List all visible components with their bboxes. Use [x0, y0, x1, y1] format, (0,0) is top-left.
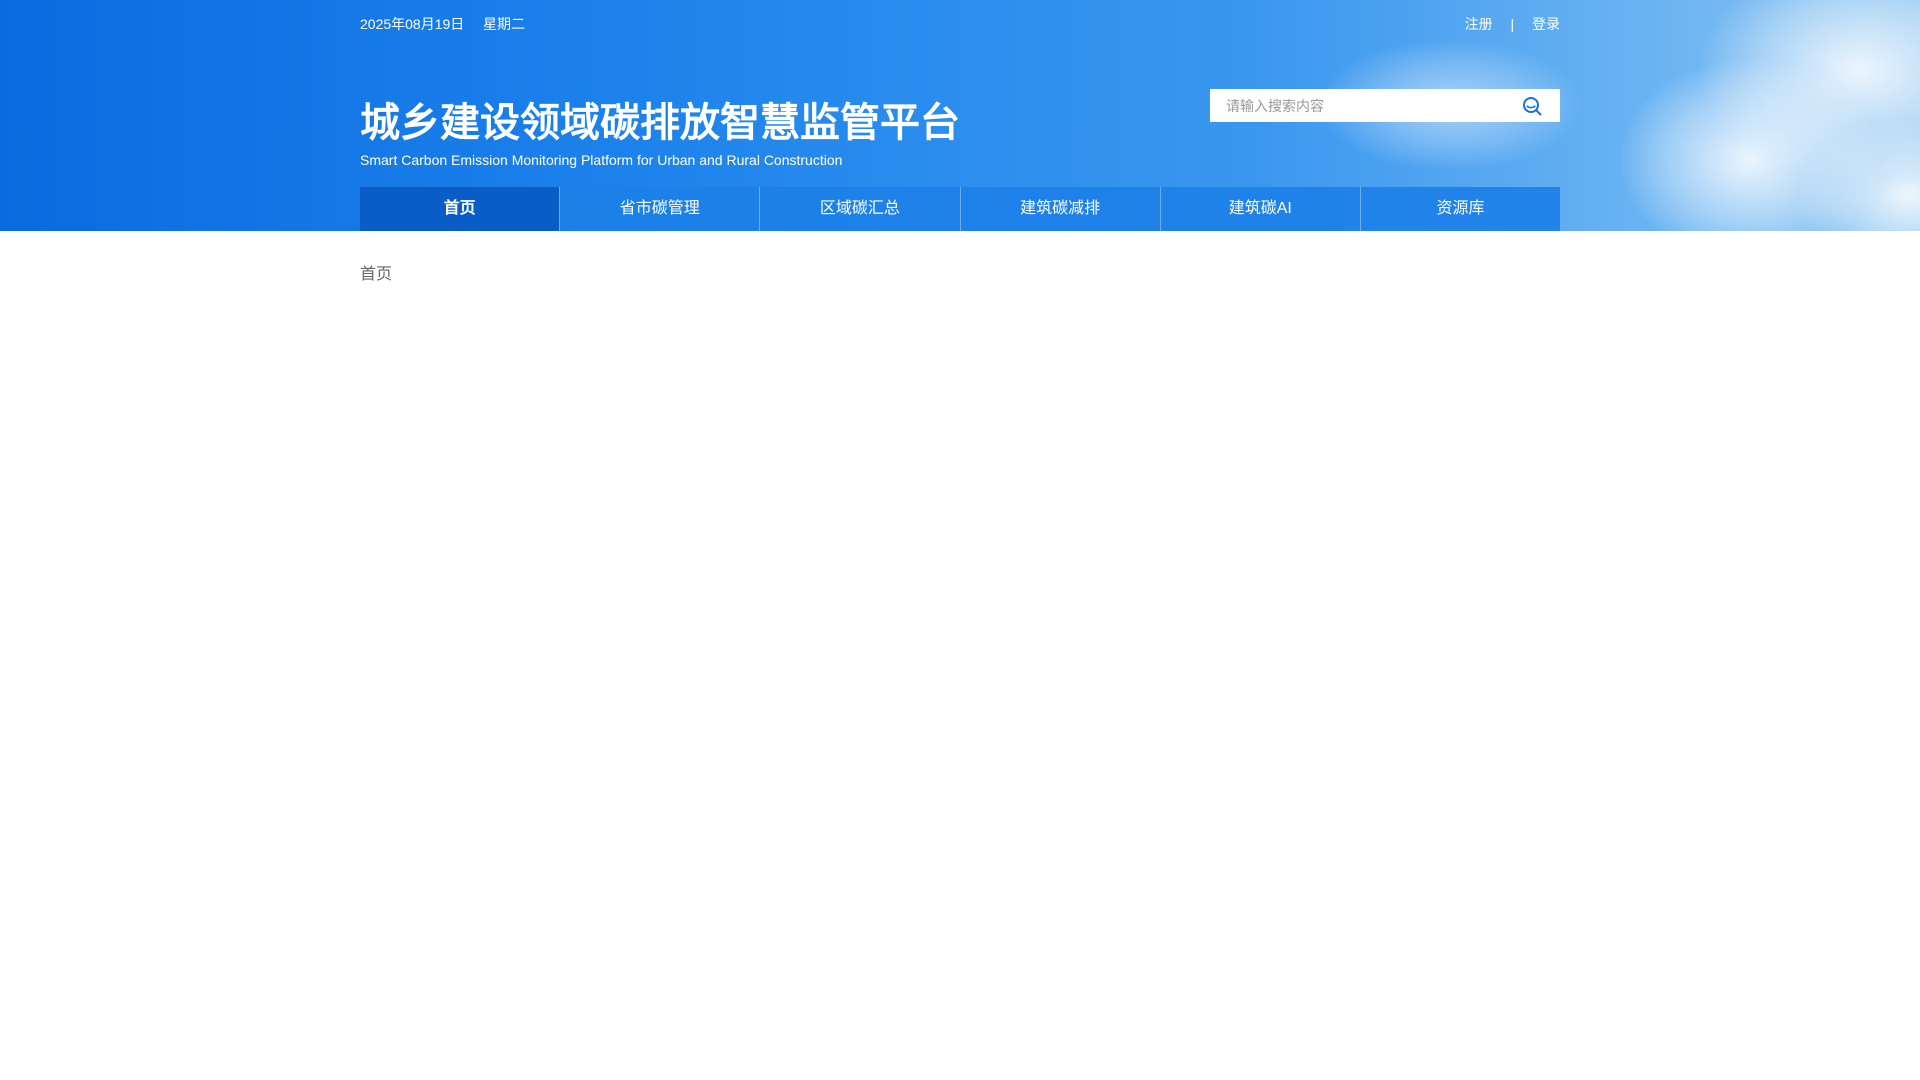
nav-item-regional-carbon-summary[interactable]: 区域碳汇总	[759, 187, 960, 231]
nav-item-province-city-carbon[interactable]: 省市碳管理	[559, 187, 760, 231]
page-title: 城乡建设领域碳排放智慧监管平台	[360, 101, 960, 145]
auth-separator: |	[1510, 16, 1515, 32]
nav-item-building-carbon-ai[interactable]: 建筑碳AI	[1159, 187, 1360, 231]
header-banner: 2025年08月19日 星期二 注册 | 登录 城乡建设领域碳排放智慧监管平台 …	[0, 0, 1920, 231]
auth-links: 注册 | 登录	[1465, 14, 1560, 34]
nav-item-resource-library[interactable]: 资源库	[1359, 187, 1561, 231]
top-bar: 2025年08月19日 星期二 注册 | 登录	[360, 14, 1560, 34]
login-link[interactable]: 登录	[1532, 14, 1560, 34]
search-box	[1210, 89, 1560, 122]
search-icon[interactable]	[1522, 96, 1542, 116]
page-subtitle: Smart Carbon Emission Monitoring Platfor…	[360, 152, 843, 168]
current-weekday: 星期二	[483, 16, 525, 32]
nav-item-home[interactable]: 首页	[360, 187, 560, 231]
search-input[interactable]	[1210, 89, 1500, 122]
breadcrumb: 首页	[360, 266, 393, 283]
register-link[interactable]: 注册	[1465, 14, 1493, 34]
main-nav: 首页 省市碳管理 区域碳汇总 建筑碳减排 建筑碳AI 资源库	[360, 187, 1561, 231]
current-date: 2025年08月19日	[360, 16, 465, 32]
nav-item-building-carbon-reduction[interactable]: 建筑碳减排	[959, 187, 1160, 231]
